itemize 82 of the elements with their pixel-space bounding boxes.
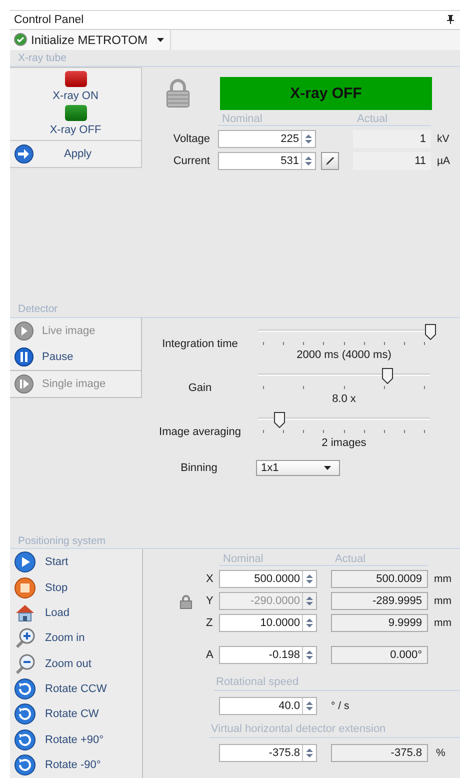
field-label: Current	[172, 154, 211, 167]
stop-icon	[14, 576, 36, 599]
spinner-icon[interactable]	[305, 649, 314, 662]
axis-label: Y	[206, 595, 214, 608]
binning-dropdown[interactable]: 1x1	[256, 460, 340, 476]
unit-label: ° / s	[331, 700, 350, 712]
positioning-button[interactable]: Start	[10, 549, 142, 575]
binning-label: Binning	[180, 462, 218, 474]
axis-label: A	[206, 649, 214, 662]
readout-field: 500.0009	[331, 570, 428, 588]
xray-off-button[interactable]: X-ray OFF	[10, 102, 141, 136]
unit-label: mm	[434, 595, 452, 608]
readout-field: -375.8	[331, 744, 428, 762]
spinner-icon[interactable]	[305, 573, 314, 586]
xray-on-button[interactable]: X-ray ON	[10, 68, 141, 102]
positioning-button[interactable]: Load	[10, 600, 142, 626]
positioning-button[interactable]: Zoom in	[10, 626, 142, 652]
unit-label: mm	[434, 617, 452, 630]
apply-button[interactable]: Apply	[10, 140, 141, 167]
detector-button[interactable]: Pause	[10, 344, 141, 370]
section-header: Rotational speed	[216, 676, 299, 688]
readout-field: 11	[353, 152, 431, 170]
positioning-button[interactable]: Rotate CCW	[10, 676, 142, 702]
number-field[interactable]: 10.0000	[219, 614, 317, 632]
pause-icon	[14, 347, 34, 368]
slider-thumb[interactable]	[424, 324, 436, 340]
caret-icon	[324, 466, 331, 470]
readout-field: 9.9999	[331, 614, 428, 632]
slider-value: 8.0 x	[332, 393, 356, 406]
slider-value: 2000 ms (4000 ms)	[296, 349, 392, 362]
spinner-icon[interactable]	[305, 617, 314, 630]
positioning-button[interactable]: Stop	[10, 574, 142, 600]
axis-label: Z	[206, 617, 214, 630]
play-icon	[14, 321, 34, 342]
slider-label: Image averaging	[158, 425, 242, 440]
axis-label: X	[206, 573, 214, 586]
readout-field: -289.9995	[331, 592, 428, 610]
column-header: Actual	[331, 553, 428, 566]
spinner-icon[interactable]	[305, 700, 314, 712]
zoom-in-icon	[14, 627, 36, 650]
slider-value: 2 images	[322, 437, 366, 450]
unit-label: kV	[436, 132, 450, 145]
number-field[interactable]: -375.8	[219, 744, 317, 762]
zoom-out-icon	[14, 652, 36, 675]
positioning-button[interactable]: Rotate -90°	[10, 752, 142, 778]
step-forward-icon	[14, 374, 34, 394]
positioning-button[interactable]: Zoom out	[10, 651, 142, 676]
readout-field: 1	[353, 130, 431, 148]
unit-label: mm	[434, 573, 452, 586]
positioning-button[interactable]: Rotate +90°	[10, 727, 142, 753]
spinner-icon[interactable]	[304, 154, 313, 167]
unit-label: µA	[436, 154, 452, 167]
column-header: Actual	[353, 112, 431, 126]
number-field[interactable]: 500.0000	[219, 570, 317, 588]
readout-field: 0.000°	[331, 646, 428, 664]
spinner-icon[interactable]	[305, 747, 314, 760]
pen-button[interactable]	[321, 152, 339, 170]
caret-icon	[157, 38, 164, 42]
check-icon	[14, 33, 27, 46]
section-header: Detector	[18, 303, 58, 316]
number-field[interactable]: 225	[218, 130, 316, 148]
section-header: X-ray tube	[18, 52, 66, 64]
column-header: Nominal	[218, 112, 353, 126]
section-header: Positioning system	[18, 534, 106, 547]
slider-label: Integration time	[161, 337, 239, 352]
pin-icon[interactable]	[447, 15, 454, 24]
xray-status-indicator: X-ray OFF	[220, 76, 432, 110]
number-field[interactable]: 40.0	[219, 697, 317, 716]
number-field[interactable]: 531	[218, 152, 316, 170]
unit-label: %	[436, 747, 446, 760]
panel-title: Control Panel	[14, 14, 84, 26]
initialize-menu-button[interactable]: Initialize METROTOM	[10, 30, 172, 50]
slider-thumb[interactable]	[382, 368, 392, 384]
section-header: Virtual horizontal detector extension	[211, 723, 386, 736]
pen-icon	[325, 156, 335, 166]
number-field[interactable]: -0.198	[219, 646, 317, 664]
slider-thumb[interactable]	[274, 412, 285, 428]
play-icon	[14, 551, 36, 574]
slider-label: Gain	[187, 381, 213, 396]
positioning-button[interactable]: Rotate CW	[10, 702, 142, 728]
spinner-icon[interactable]	[304, 132, 313, 145]
field-label: Voltage	[172, 132, 211, 145]
